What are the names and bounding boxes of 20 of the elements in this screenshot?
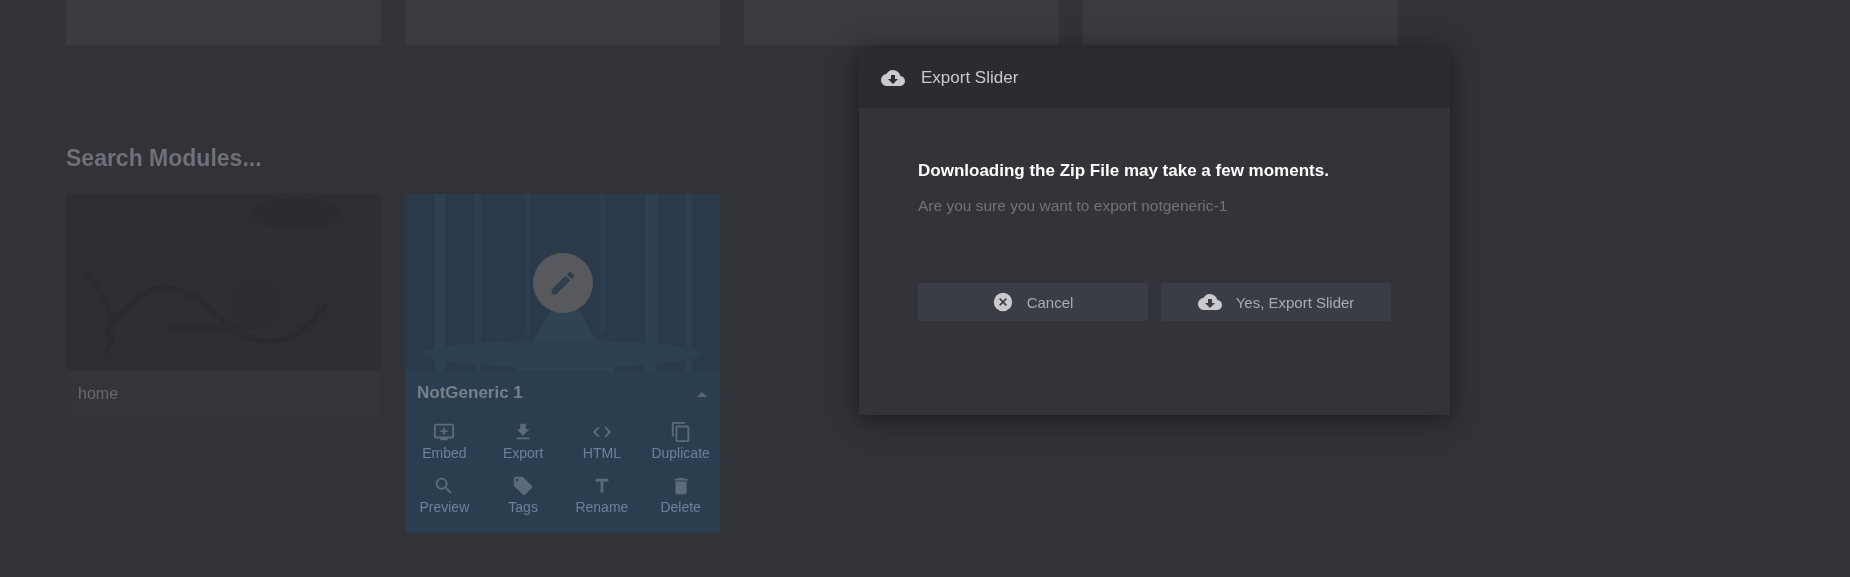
caret-icon[interactable] bbox=[696, 390, 708, 398]
action-button[interactable]: HTML bbox=[562, 419, 642, 463]
action-button[interactable]: Tags bbox=[483, 473, 563, 517]
module-title: NotGeneric 1 bbox=[417, 383, 523, 403]
export-button[interactable]: Yes, Export Slider bbox=[1161, 283, 1391, 321]
action-button[interactable]: Preview bbox=[405, 473, 484, 517]
action-button[interactable]: Delete bbox=[641, 473, 720, 517]
monitor-icon bbox=[433, 421, 456, 443]
action-button[interactable]: Embed bbox=[405, 419, 484, 463]
search-field[interactable]: Search Modules... bbox=[66, 145, 466, 172]
dialog-title: Export Slider bbox=[921, 68, 1019, 88]
action-button[interactable]: Export bbox=[483, 419, 563, 463]
copy-icon bbox=[669, 421, 692, 443]
tag-icon bbox=[512, 475, 535, 497]
action-button[interactable]: Rename bbox=[562, 473, 642, 517]
close-icon bbox=[992, 292, 1013, 312]
action-button[interactable]: Duplicate bbox=[641, 419, 720, 463]
dialog-message: Are you sure you want to export notgeneric-1 bbox=[918, 197, 1229, 215]
dialog-heading: Downloading the Zip File may take a few moments. bbox=[918, 161, 1330, 181]
cancel-button[interactable]: Cancel bbox=[918, 283, 1148, 321]
